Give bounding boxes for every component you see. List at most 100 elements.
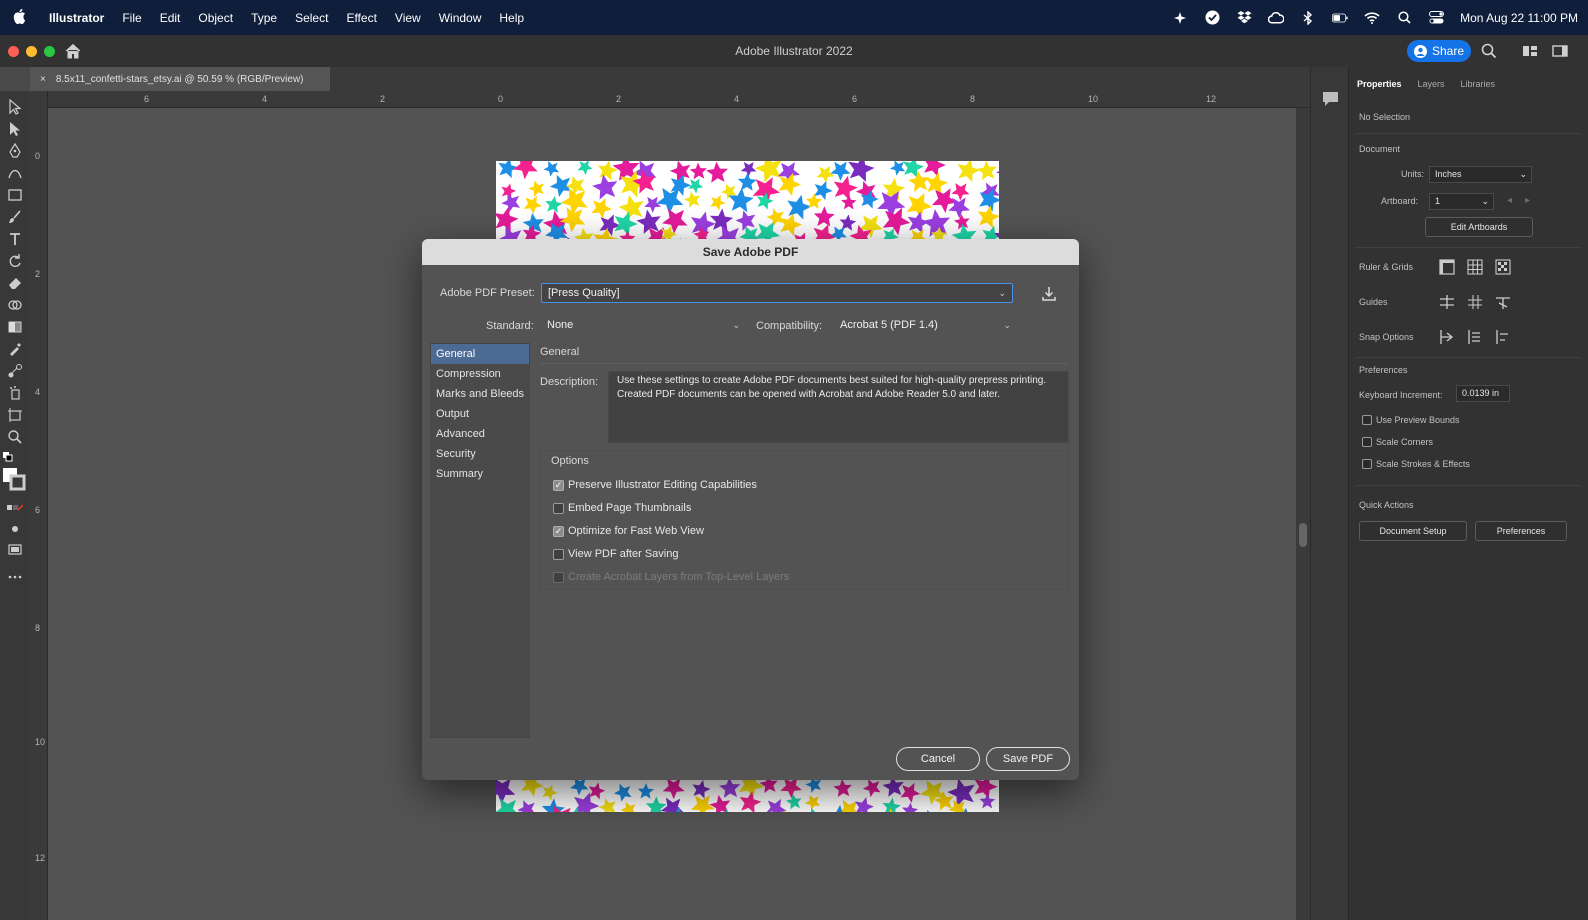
wifi-icon[interactable] xyxy=(1364,10,1380,26)
curvature-tool-icon[interactable] xyxy=(7,165,23,181)
spotlight-search-icon[interactable] xyxy=(1396,10,1412,26)
tab-properties[interactable]: Properties xyxy=(1349,79,1410,89)
scrollbar-thumb[interactable] xyxy=(1299,523,1307,547)
screen-mode-icon[interactable] xyxy=(7,541,23,557)
tab-libraries[interactable]: Libraries xyxy=(1453,79,1504,89)
eraser-tool-icon[interactable] xyxy=(7,275,23,291)
units-select[interactable]: Inches ⌄ xyxy=(1429,166,1532,183)
document-tab[interactable]: × 8.5x11_confetti-stars_etsy.ai @ 50.59 … xyxy=(30,67,330,91)
blend-tool-icon[interactable] xyxy=(7,363,23,379)
color-none-icon[interactable] xyxy=(7,501,23,517)
transparency-grid-icon[interactable] xyxy=(1494,258,1512,276)
cursor-app-icon[interactable] xyxy=(1172,10,1188,26)
menu-illustrator[interactable]: Illustrator xyxy=(40,11,113,25)
symbol-sprayer-tool-icon[interactable] xyxy=(7,385,23,401)
section-summary[interactable]: Summary xyxy=(431,464,529,484)
fast-web-view-checkbox[interactable]: ✓ xyxy=(553,525,564,537)
control-center-icon[interactable] xyxy=(1428,10,1444,26)
section-security[interactable]: Security xyxy=(431,444,529,464)
use-preview-bounds-checkbox[interactable] xyxy=(1362,415,1372,425)
gradient-tool-icon[interactable] xyxy=(7,319,23,335)
menu-object[interactable]: Object xyxy=(189,11,242,25)
canvas-vertical-scrollbar[interactable] xyxy=(1296,108,1310,920)
shape-builder-tool-icon[interactable] xyxy=(7,297,23,313)
cancel-button[interactable]: Cancel xyxy=(896,747,980,771)
comments-icon[interactable] xyxy=(1322,91,1339,107)
share-button[interactable]: Share xyxy=(1407,40,1471,62)
option-view-after-saving[interactable]: View PDF after Saving xyxy=(553,546,678,562)
compatibility-select[interactable]: Acrobat 5 (PDF 1.4) ⌄ xyxy=(834,316,1017,336)
section-compression[interactable]: Compression xyxy=(431,364,529,384)
artboard-top-strip[interactable] xyxy=(496,161,999,241)
eyedropper-tool-icon[interactable] xyxy=(7,341,23,357)
paintbrush-tool-icon[interactable] xyxy=(7,209,23,225)
embed-thumbnails-checkbox[interactable] xyxy=(553,502,564,514)
show-grid-icon[interactable] xyxy=(1466,258,1484,276)
menu-file[interactable]: File xyxy=(113,11,150,25)
option-fast-web-view[interactable]: ✓ Optimize for Fast Web View xyxy=(553,523,704,539)
artboard-tool-icon[interactable] xyxy=(7,407,23,423)
pen-tool-icon[interactable] xyxy=(7,143,23,159)
tab-layers[interactable]: Layers xyxy=(1410,79,1453,89)
preferences-button[interactable]: Preferences xyxy=(1475,521,1567,541)
close-tab-icon[interactable]: × xyxy=(40,74,46,85)
battery-icon[interactable] xyxy=(1332,10,1348,26)
workspace-layout-icon[interactable] xyxy=(1522,43,1538,59)
previous-artboard-icon[interactable]: ◂ xyxy=(1507,195,1512,206)
more-tools-icon[interactable] xyxy=(7,569,23,585)
creative-cloud-icon[interactable] xyxy=(1268,10,1285,26)
smart-guides-icon[interactable] xyxy=(1494,293,1512,311)
save-preset-icon[interactable] xyxy=(1041,286,1057,302)
pdf-preset-select[interactable]: [Press Quality] ⌄ xyxy=(541,283,1013,303)
show-rulers-icon[interactable] xyxy=(1438,258,1456,276)
type-tool-icon[interactable] xyxy=(7,231,23,247)
default-fill-stroke-icon[interactable] xyxy=(2,451,18,467)
selection-tool-icon[interactable] xyxy=(7,99,23,115)
option-embed-thumbnails[interactable]: Embed Page Thumbnails xyxy=(553,500,691,516)
zoom-tool-icon[interactable] xyxy=(7,429,23,445)
menu-window[interactable]: Window xyxy=(430,11,491,25)
menu-edit[interactable]: Edit xyxy=(151,11,190,25)
show-guides-icon[interactable] xyxy=(1438,293,1456,311)
menu-effect[interactable]: Effect xyxy=(337,11,385,25)
fill-stroke-swatch-icon[interactable] xyxy=(2,467,26,491)
menubar-clock[interactable]: Mon Aug 22 11:00 PM xyxy=(1460,11,1578,25)
menu-view[interactable]: View xyxy=(386,11,430,25)
scale-corners-checkbox[interactable] xyxy=(1362,437,1372,447)
rotate-tool-icon[interactable] xyxy=(7,253,23,269)
dropbox-icon[interactable] xyxy=(1236,10,1252,26)
rectangle-tool-icon[interactable] xyxy=(7,187,23,203)
snap-to-pixel-icon[interactable] xyxy=(1466,328,1484,346)
next-artboard-icon[interactable]: ▸ xyxy=(1525,195,1530,206)
direct-selection-tool-icon[interactable] xyxy=(7,121,23,137)
section-output[interactable]: Output xyxy=(431,404,529,424)
option-preserve-editing[interactable]: ✓ Preserve Illustrator Editing Capabilit… xyxy=(553,477,757,493)
snap-to-point-icon[interactable] xyxy=(1438,328,1456,346)
save-pdf-button[interactable]: Save PDF xyxy=(986,747,1070,771)
search-icon[interactable] xyxy=(1481,43,1497,59)
draw-mode-icon[interactable] xyxy=(7,521,23,537)
lock-guides-icon[interactable] xyxy=(1466,293,1484,311)
confetti-star xyxy=(765,798,787,812)
menu-select[interactable]: Select xyxy=(286,11,337,25)
artboard-bottom-strip[interactable] xyxy=(496,780,999,812)
section-marks-bleeds[interactable]: Marks and Bleeds xyxy=(431,384,529,404)
edit-artboards-button[interactable]: Edit Artboards xyxy=(1425,217,1533,237)
menu-type[interactable]: Type xyxy=(242,11,286,25)
menu-help[interactable]: Help xyxy=(490,11,533,25)
apple-icon[interactable] xyxy=(0,8,40,28)
preserve-editing-checkbox[interactable]: ✓ xyxy=(553,479,564,491)
artboard-select[interactable]: 1 ⌄ xyxy=(1429,193,1494,210)
confetti-star xyxy=(902,161,925,178)
snap-to-glyph-icon[interactable] xyxy=(1494,328,1512,346)
section-advanced[interactable]: Advanced xyxy=(431,424,529,444)
view-after-saving-checkbox[interactable] xyxy=(553,548,564,560)
keyboard-increment-field[interactable]: 0.0139 in xyxy=(1456,385,1510,402)
document-setup-button[interactable]: Document Setup xyxy=(1359,521,1467,541)
standard-select[interactable]: None ⌄ xyxy=(541,316,746,336)
panel-toggle-icon[interactable] xyxy=(1552,43,1568,59)
bluetooth-icon[interactable] xyxy=(1300,10,1316,26)
check-circle-icon[interactable] xyxy=(1204,10,1220,26)
scale-strokes-checkbox[interactable] xyxy=(1362,459,1372,469)
section-general[interactable]: General xyxy=(431,344,529,364)
